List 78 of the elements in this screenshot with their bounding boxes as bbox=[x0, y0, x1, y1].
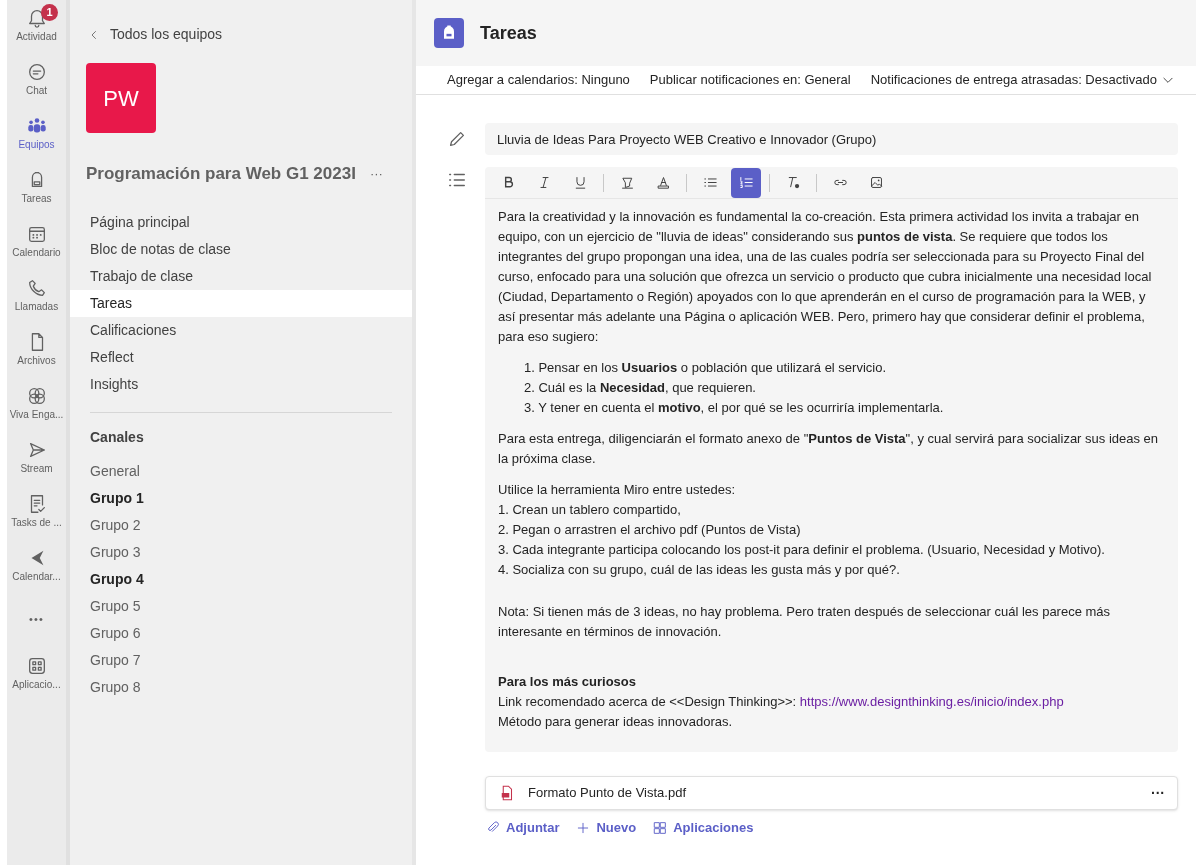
setting-dropdown[interactable]: Agregar a calendarios: Ninguno bbox=[447, 70, 630, 90]
setting-dropdown[interactable]: Publicar notificaciones en: General bbox=[649, 70, 851, 90]
nav-item[interactable]: Tareas bbox=[70, 289, 412, 317]
app-bar-label: ••• bbox=[29, 612, 44, 627]
app-bar-button[interactable]: Equipos bbox=[7, 112, 66, 166]
channel-item[interactable]: Grupo 8 bbox=[70, 673, 412, 701]
nav-item[interactable]: Bloc de notas de clase bbox=[70, 235, 412, 263]
paragraph: Link recomendado acerca de <<Design Thinking>>: https://www.designthinking.es/inicio/index.php bbox=[498, 693, 1065, 711]
link[interactable]: https://www.designthinking.es/inicio/index.php bbox=[799, 694, 1064, 709]
app-bar-button[interactable]: Tareas bbox=[7, 166, 66, 220]
text-line: Método para generar ideas innovadoras. bbox=[498, 713, 734, 731]
app-bar-label: Llamadas bbox=[14, 300, 59, 314]
app-bar-label: Archivos bbox=[17, 354, 56, 368]
app-bar-button[interactable]: Llamadas bbox=[7, 274, 66, 328]
channel-item[interactable]: Grupo 2 bbox=[70, 511, 412, 539]
list-item: 1. Pensar en los Usuarios o población que utilizará el servicio. bbox=[524, 359, 888, 377]
text-line: 4. Socializa con su grupo, cuál de las ideas les gusta más y por qué?. bbox=[498, 561, 901, 579]
channel-item[interactable]: Grupo 5 bbox=[70, 592, 412, 620]
app-bar-button[interactable]: Actividad 1 bbox=[7, 4, 66, 58]
app-bar-button[interactable]: Aplicacio... bbox=[7, 652, 66, 706]
nav-item[interactable]: Reflect bbox=[70, 343, 412, 371]
action-button[interactable]: Aplicaciones bbox=[652, 818, 754, 838]
app-bar-button[interactable]: ••• bbox=[7, 598, 66, 652]
paragraph: Para esta entrega, diligenciarán el formato anexo de "Puntos de Vista", y cual servirá para socializar sus ideas en la próxima clase. bbox=[498, 430, 1160, 468]
nav-item[interactable]: Trabajo de clase bbox=[70, 262, 412, 290]
channel-item[interactable]: Grupo 4 bbox=[70, 565, 412, 593]
nav-item[interactable]: Insights bbox=[70, 370, 412, 398]
notification-badge: 1 bbox=[41, 4, 58, 21]
app-bar-label: Viva Enga... bbox=[9, 408, 64, 422]
nav-item[interactable]: Página principal bbox=[70, 208, 412, 236]
app-bar-button[interactable]: Calendar... bbox=[7, 544, 66, 598]
app-bar-button[interactable]: Tasks de ... bbox=[7, 490, 66, 544]
list-item: 3. Y tener en cuenta el motivo, el por qué se les ocurriría implementarla. bbox=[524, 399, 945, 417]
paragraph: Nota: Si tienen más de 3 ideas, no hay problema. Pero traten después de seleccionar cuál les parece más interesante en términos de innovación. bbox=[498, 603, 1112, 641]
more-options-button[interactable]: ··· bbox=[369, 164, 383, 184]
app-bar-button[interactable]: Stream bbox=[7, 436, 66, 490]
app-bar-label: Stream bbox=[20, 462, 53, 476]
action-button[interactable]: Adjuntar bbox=[485, 818, 560, 838]
paragraph: Para la creatividad y la innovación es fundamental la co-creación. Esta primera actividad los invita a trabajar en equipo, con un ejercicio de "lluvia de ideas" considerando sus puntos de vista. Se requiere que todos los integrantes del grupo propongan una idea, una de las cuales podría ser seleccionada para su Proyecto Final del curso, enfocado para una solución que ofrezca un servicio o producto que cubra inicialmente una necesidad local (Ciudad, Departamento o Región) apoyados con lo que aprenderán en el curso de programación para la WEB, y así presentar más adelante una Página o aplicación WEB. Pero, primero hay que considerar definir el problema, para eso sugiero: bbox=[498, 208, 1153, 346]
app-bar-label: Calendario bbox=[12, 246, 61, 260]
app-bar-label: Aplicacio... bbox=[12, 678, 61, 692]
action-button[interactable]: Nuevo bbox=[575, 818, 637, 838]
channel-item[interactable]: General bbox=[70, 457, 412, 485]
channel-item[interactable]: Grupo 6 bbox=[70, 619, 412, 647]
list-item: 2. Cuál es la Necesidad, que requieren. bbox=[524, 379, 757, 397]
app-bar-button[interactable]: Archivos bbox=[7, 328, 66, 382]
text-line: 3. Cada integrante participa colocando los post-it para definir el problema. (Usuario, Necesidad y Motivo). bbox=[498, 541, 1106, 559]
channel-item[interactable]: Grupo 7 bbox=[70, 646, 412, 674]
app-bar-label: Tareas bbox=[21, 192, 52, 206]
text-line: 2. Pegan o arrastren el archivo pdf (Puntos de Vista) bbox=[498, 521, 802, 539]
backpack-app-icon bbox=[434, 18, 464, 48]
section-heading: Para los más curiosos bbox=[498, 673, 637, 691]
app-bar-label: Chat bbox=[25, 84, 48, 98]
team-avatar: PW bbox=[86, 63, 156, 133]
app-bar-label: Calendar... bbox=[12, 570, 61, 584]
nav-item[interactable]: Calificaciones bbox=[70, 316, 412, 344]
app-bar-label: Tasks de ... bbox=[11, 516, 62, 530]
channel-item[interactable]: Grupo 3 bbox=[70, 538, 412, 566]
app-bar-label: Equipos bbox=[18, 138, 55, 152]
back-link[interactable]: Todos los equipos bbox=[88, 24, 412, 45]
text-line: Utilice la herramienta Miro entre ustedes: bbox=[498, 481, 736, 499]
format-button[interactable] bbox=[731, 167, 761, 198]
app-bar-button[interactable]: Chat bbox=[7, 58, 66, 112]
apps-icon bbox=[652, 819, 669, 836]
team-name: Programación para Web G1 2023I bbox=[86, 163, 356, 185]
more-options-button[interactable]: ··· bbox=[1151, 782, 1165, 804]
numbered-list-icon bbox=[737, 174, 755, 191]
app-bar-button[interactable]: Calendario bbox=[7, 220, 66, 274]
title-field[interactable]: Lluvia de Ideas Para Proyecto WEB Creativo e Innovador (Grupo) bbox=[485, 123, 1178, 155]
app-bar-button[interactable]: Viva Enga... bbox=[7, 382, 66, 436]
attachment-name: Formato Punto de Vista.pdf bbox=[528, 784, 688, 803]
attachment-card[interactable]: Formato Punto de Vista.pdf ··· bbox=[485, 776, 1178, 810]
channel-item[interactable]: Grupo 1 bbox=[70, 484, 412, 512]
text-line: 1. Crean un tablero compartido, bbox=[498, 501, 682, 519]
channels-heading: Canales bbox=[90, 427, 145, 447]
setting-dropdown[interactable]: Notificaciones de entrega atrasadas: Desactivado bbox=[870, 70, 1175, 90]
page-title: Tareas bbox=[480, 21, 537, 45]
app-bar-label: Actividad bbox=[16, 30, 57, 44]
